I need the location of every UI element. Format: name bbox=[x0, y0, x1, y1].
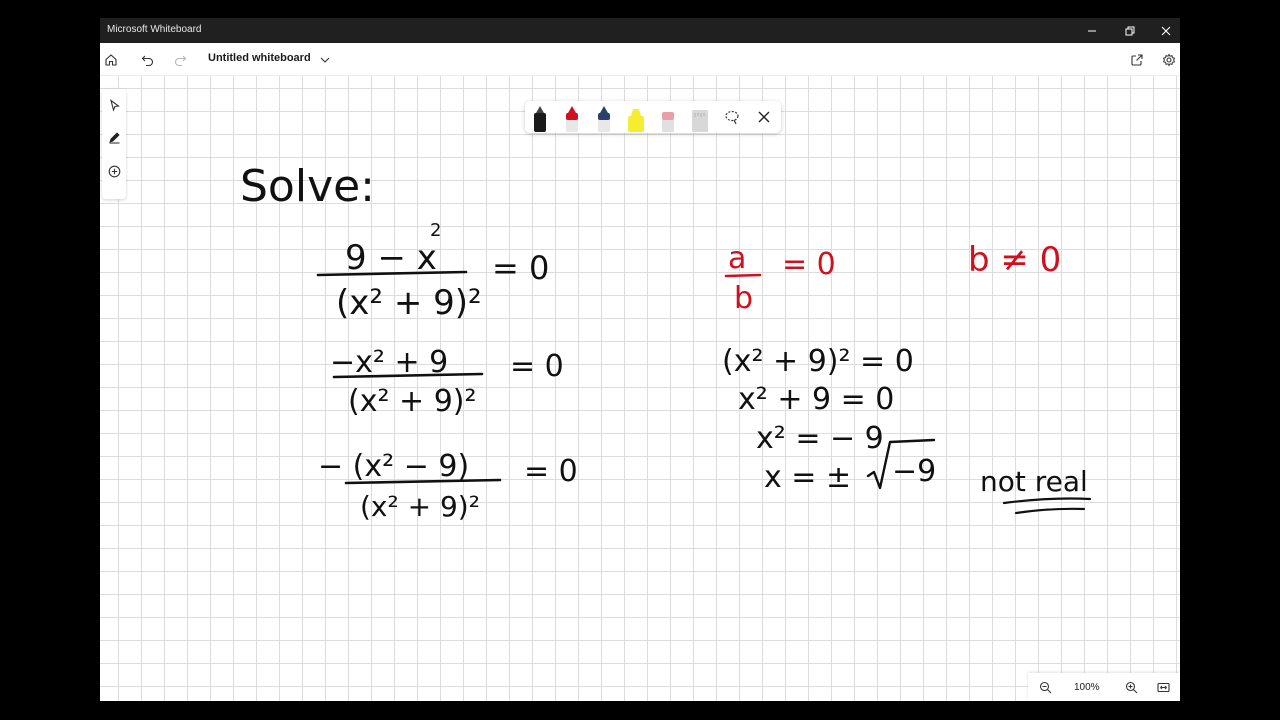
red-rule-fraction-bar bbox=[724, 273, 762, 278]
lasso-icon[interactable] bbox=[722, 107, 742, 127]
equation-2: −x² + 9 (x² + 9)² = 0 bbox=[330, 345, 564, 419]
pen-icon bbox=[108, 131, 120, 143]
zoom-in-icon bbox=[1125, 681, 1137, 693]
gear-icon bbox=[1162, 53, 1176, 67]
whiteboard-title[interactable]: Untitled whiteboard bbox=[208, 52, 311, 64]
settings-button[interactable] bbox=[1158, 49, 1180, 71]
close-window-button[interactable] bbox=[1148, 18, 1180, 43]
title-bar: Microsoft Whiteboard bbox=[100, 18, 1180, 43]
home-button[interactable] bbox=[100, 49, 122, 71]
fit-screen-icon bbox=[1156, 682, 1170, 692]
undo-icon bbox=[141, 55, 154, 67]
red-rule-rhs: = 0 bbox=[782, 247, 836, 282]
red-condition: b ≠ 0 bbox=[968, 240, 1061, 280]
red-pen-icon[interactable] bbox=[562, 104, 582, 132]
eq3-denominator: (x² + 9)² bbox=[360, 490, 480, 523]
pen-tray bbox=[525, 101, 781, 133]
eq1-fraction-bar bbox=[316, 270, 468, 277]
home-icon bbox=[105, 54, 117, 66]
close-tray-icon[interactable] bbox=[754, 107, 774, 127]
not-real-note: not real bbox=[980, 465, 1092, 515]
whiteboard-canvas[interactable]: Solve: 9 − x 2 (x² + 9)² = 0 −x² + 9 (x²… bbox=[100, 76, 1180, 701]
app-window: Microsoft Whiteboard Untitled whiteboard bbox=[100, 18, 1180, 701]
undo-button[interactable] bbox=[137, 49, 159, 71]
title-menu-button[interactable] bbox=[314, 49, 336, 71]
ink-layer: Solve: 9 − x 2 (x² + 9)² = 0 −x² + 9 (x²… bbox=[240, 161, 1092, 523]
eq3-rhs: = 0 bbox=[524, 454, 578, 489]
plus-circle-icon bbox=[108, 165, 120, 177]
restore-button[interactable] bbox=[1112, 18, 1148, 43]
equation-3: − (x² − 9) (x² + 9)² = 0 bbox=[318, 449, 578, 523]
step-2: x² + 9 = 0 bbox=[738, 382, 894, 417]
zoom-bar: 100% bbox=[1028, 673, 1180, 701]
close-icon bbox=[1161, 26, 1171, 35]
step-1: (x² + 9)² = 0 bbox=[722, 344, 914, 379]
select-tool-button[interactable] bbox=[104, 93, 124, 117]
eraser-icon[interactable] bbox=[658, 104, 678, 132]
red-rule-numerator: a bbox=[728, 241, 746, 276]
yellow-highlighter-icon[interactable] bbox=[626, 104, 646, 132]
not-real-underline-1 bbox=[1002, 497, 1092, 505]
eq3-numerator: − (x² − 9) bbox=[318, 449, 469, 484]
zoom-in-button[interactable] bbox=[1122, 678, 1140, 696]
add-button[interactable] bbox=[104, 159, 124, 183]
sqrt-radicand: −9 bbox=[892, 454, 936, 489]
eq1-numerator-exponent: 2 bbox=[430, 220, 441, 241]
restore-icon bbox=[1125, 26, 1135, 35]
redo-button[interactable] bbox=[169, 49, 191, 71]
red-rule-denominator: b bbox=[734, 281, 753, 316]
equation-1: 9 − x 2 (x² + 9)² = 0 bbox=[316, 220, 549, 323]
left-toolbar bbox=[102, 89, 126, 199]
minimize-icon bbox=[1088, 30, 1096, 31]
eq1-rhs: = 0 bbox=[492, 249, 549, 287]
share-icon bbox=[1131, 54, 1143, 66]
zoom-level[interactable]: 100% bbox=[1074, 682, 1100, 693]
fit-to-screen-button[interactable] bbox=[1154, 678, 1172, 696]
zoom-out-button[interactable] bbox=[1036, 678, 1054, 696]
not-real-underline-2 bbox=[1014, 507, 1086, 515]
eq2-rhs: = 0 bbox=[510, 349, 564, 384]
minimize-button[interactable] bbox=[1074, 18, 1110, 43]
share-button[interactable] bbox=[1126, 49, 1148, 71]
pointer-icon bbox=[109, 98, 120, 112]
solution-steps: (x² + 9)² = 0 x² + 9 = 0 x² = − 9 x = ± … bbox=[722, 344, 936, 495]
solve-heading: Solve: bbox=[240, 161, 375, 212]
not-real-text: not real bbox=[980, 465, 1088, 498]
blue-pen-icon[interactable] bbox=[594, 104, 614, 132]
zoom-out-icon bbox=[1039, 681, 1051, 693]
red-rule: a b = 0 b ≠ 0 bbox=[724, 240, 1061, 316]
step-3: x² = − 9 bbox=[756, 421, 884, 456]
ink-tool-button[interactable] bbox=[104, 125, 124, 149]
chevron-down-icon bbox=[320, 57, 330, 63]
window-title: Microsoft Whiteboard bbox=[107, 24, 202, 35]
black-pen-icon[interactable] bbox=[530, 104, 550, 132]
redo-icon bbox=[174, 55, 187, 67]
ruler-icon[interactable] bbox=[690, 104, 710, 132]
step-4: x = ± bbox=[764, 460, 851, 495]
app-toolbar: Untitled whiteboard bbox=[100, 43, 1180, 76]
eq1-denominator: (x² + 9)² bbox=[336, 283, 482, 323]
eq2-denominator: (x² + 9)² bbox=[348, 384, 477, 419]
